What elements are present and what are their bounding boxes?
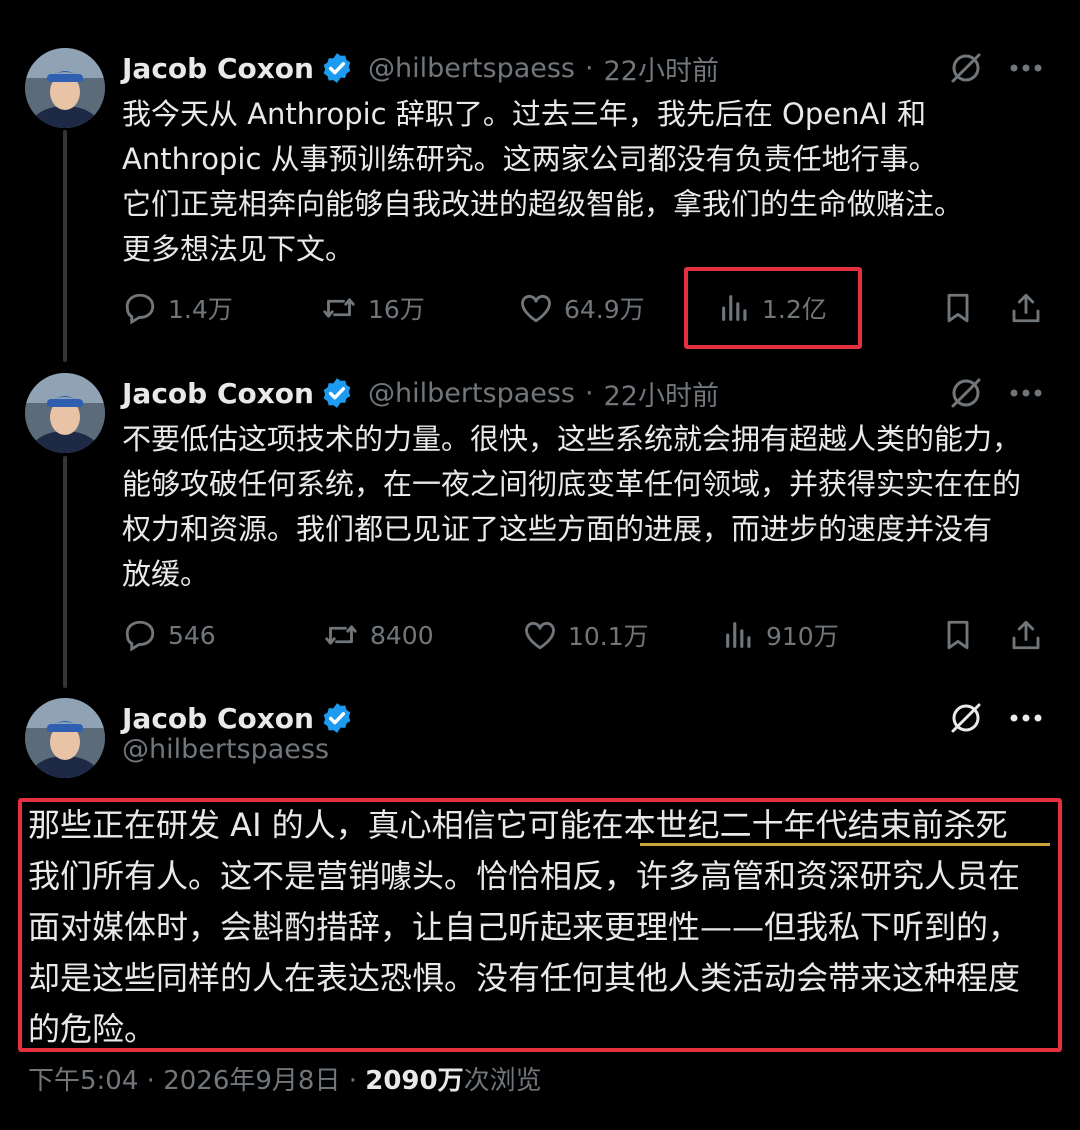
avatar[interactable] [25, 698, 105, 778]
tweet-header: Jacob Coxon @hilbertspaess · 22小时前 [122, 48, 719, 88]
grok-icon[interactable] [948, 50, 984, 86]
reply-count: 546 [168, 620, 216, 650]
thread-connector [63, 456, 67, 688]
more-icon[interactable] [1008, 712, 1044, 724]
separator-dot: · [585, 377, 594, 409]
verified-badge-icon [323, 378, 351, 408]
views-total: 2090万 [365, 1066, 464, 1096]
reply-button[interactable]: 546 [122, 610, 216, 660]
like-button[interactable]: 64.9万 [518, 283, 645, 333]
display-name[interactable]: Jacob Coxon [122, 702, 314, 735]
tweet-actions: 1.4万 16万 64.9万 1.2亿 [122, 283, 1052, 333]
handle[interactable]: @hilbertspaess [122, 734, 329, 765]
display-name[interactable]: Jacob Coxon [122, 377, 314, 410]
reply-button[interactable]: 1.4万 [122, 283, 233, 333]
avatar[interactable] [25, 373, 105, 453]
post-date[interactable]: 2026年9月8日 [163, 1066, 340, 1096]
analytics-icon [726, 622, 751, 648]
handle[interactable]: @hilbertspaess [368, 378, 575, 409]
bookmark-icon[interactable] [940, 617, 976, 653]
like-count: 64.9万 [564, 295, 645, 324]
bookmark-icon[interactable] [940, 290, 976, 326]
tweet-header: Jacob Coxon [122, 698, 354, 738]
more-icon[interactable] [1008, 387, 1044, 399]
text-highlight-box [18, 798, 1062, 1052]
display-name[interactable]: Jacob Coxon [122, 52, 314, 85]
tweet-meta: 下午5:04 · 2026年9月8日 · 2090万次浏览 [28, 1060, 542, 1097]
tweet-actions: 546 8400 10.1万 910万 [122, 610, 1052, 660]
verified-badge-icon [323, 53, 351, 83]
handle[interactable]: @hilbertspaess [368, 53, 575, 84]
repost-count: 16万 [368, 295, 425, 324]
reply-icon [125, 620, 155, 652]
views-count: 910万 [766, 622, 839, 651]
views-button[interactable]: 910万 [722, 610, 839, 660]
tweet-text: 我今天从 Anthropic 辞职了。过去三年，我先后在 OpenAI 和 An… [122, 97, 964, 266]
timestamp[interactable]: 22小时前 [604, 49, 719, 88]
more-icon[interactable] [1008, 62, 1044, 74]
tweet-header: Jacob Coxon @hilbertspaess · 22小时前 [122, 373, 719, 413]
heart-icon [521, 294, 551, 323]
share-icon[interactable] [1008, 617, 1044, 653]
timestamp[interactable]: 22小时前 [604, 374, 719, 413]
repost-button[interactable]: 16万 [320, 283, 425, 333]
repost-count: 8400 [370, 620, 434, 650]
repost-button[interactable]: 8400 [322, 610, 434, 660]
separator-dot: · [138, 1066, 164, 1096]
avatar[interactable] [25, 48, 105, 128]
tweet-text: 不要低估这项技术的力量。很快，这些系统就会拥有超越人类的能力， 能够攻破任何系统… [122, 422, 1022, 591]
verified-badge-icon [323, 703, 351, 733]
heart-icon [525, 621, 555, 650]
views-highlight-box [684, 267, 862, 349]
grok-icon[interactable] [948, 375, 984, 411]
separator-dot: · [585, 52, 594, 84]
views-label: 次浏览 [463, 1066, 542, 1096]
like-button[interactable]: 10.1万 [522, 610, 649, 660]
reply-count: 1.4万 [168, 295, 233, 324]
like-count: 10.1万 [568, 622, 649, 651]
reply-icon [125, 293, 155, 325]
separator-dot: · [340, 1066, 366, 1096]
post-time[interactable]: 下午5:04 [28, 1066, 138, 1096]
share-icon[interactable] [1008, 290, 1044, 326]
repost-icon [325, 625, 357, 645]
thread-connector [63, 130, 67, 362]
grok-icon[interactable] [948, 700, 984, 736]
repost-icon [323, 298, 355, 318]
